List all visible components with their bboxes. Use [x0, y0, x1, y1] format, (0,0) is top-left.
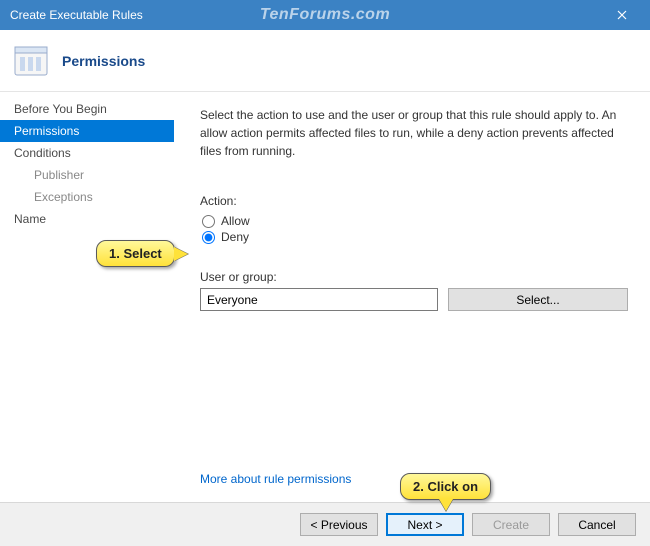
wizard-sidebar: Before You Begin Permissions Conditions …	[0, 92, 174, 502]
radio-deny-label: Deny	[221, 230, 249, 244]
more-link[interactable]: More about rule permissions	[200, 472, 351, 486]
next-button[interactable]: Next >	[386, 513, 464, 536]
watermark: TenForums.com	[260, 6, 390, 24]
sidebar-item-before-you-begin[interactable]: Before You Begin	[0, 98, 174, 120]
user-group-label: User or group:	[200, 270, 628, 284]
radio-allow[interactable]: Allow	[202, 214, 628, 228]
close-icon	[617, 10, 627, 20]
radio-deny-input[interactable]	[202, 231, 215, 244]
previous-button[interactable]: < Previous	[300, 513, 378, 536]
page-title: Permissions	[62, 53, 145, 69]
close-button[interactable]	[602, 0, 642, 30]
radio-allow-label: Allow	[221, 214, 250, 228]
create-button: Create	[472, 513, 550, 536]
radio-allow-input[interactable]	[202, 215, 215, 228]
titlebar: Create Executable Rules TenForums.com	[0, 0, 650, 30]
description-text: Select the action to use and the user or…	[200, 106, 628, 160]
annotation-select: 1. Select	[96, 240, 175, 267]
radio-deny[interactable]: Deny	[202, 230, 628, 244]
annotation-click-on: 2. Click on	[400, 473, 491, 500]
sidebar-item-publisher[interactable]: Publisher	[0, 164, 174, 186]
wizard-footer: < Previous Next > Create Cancel	[0, 502, 650, 546]
action-label: Action:	[200, 194, 628, 208]
cancel-button[interactable]: Cancel	[558, 513, 636, 536]
sidebar-item-conditions[interactable]: Conditions	[0, 142, 174, 164]
wizard-main: Select the action to use and the user or…	[174, 92, 650, 502]
sidebar-item-exceptions[interactable]: Exceptions	[0, 186, 174, 208]
sidebar-item-permissions[interactable]: Permissions	[0, 120, 174, 142]
select-user-button[interactable]: Select...	[448, 288, 628, 311]
sidebar-item-name[interactable]: Name	[0, 208, 174, 230]
user-group-field[interactable]	[200, 288, 438, 311]
permissions-icon	[14, 45, 48, 77]
wizard-header: Permissions	[0, 30, 650, 92]
window-title: Create Executable Rules	[10, 8, 143, 22]
